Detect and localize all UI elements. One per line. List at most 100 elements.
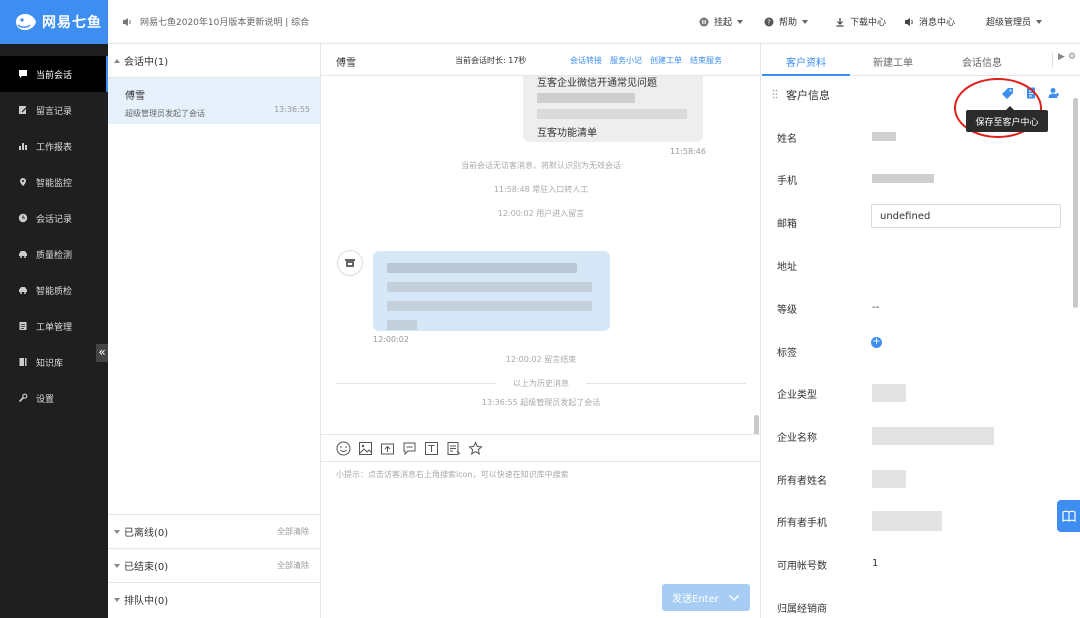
- collapse-sidebar-button[interactable]: «: [96, 344, 108, 362]
- add-tag-icon[interactable]: +: [871, 337, 882, 348]
- level-value: --: [872, 302, 880, 313]
- info-title: 客户信息: [786, 89, 830, 102]
- pause-icon: [699, 17, 709, 26]
- nav-item-knowledge-base[interactable]: 知识库: [0, 344, 108, 380]
- tab-session-info[interactable]: 会话信息: [962, 54, 1002, 69]
- caret-down-icon: [1036, 19, 1043, 24]
- open-book-icon: [1061, 510, 1076, 522]
- chevron-down-icon[interactable]: [728, 594, 740, 602]
- wrench-icon: [18, 393, 28, 403]
- hangup-label: 挂起: [714, 18, 733, 28]
- nav-item-leave-records[interactable]: 留言记录: [0, 92, 108, 128]
- group-offline[interactable]: 已离线(0) 全部清除: [108, 514, 321, 548]
- session-duration: 当前会话时长: 17秒: [455, 56, 527, 65]
- field-label: 标签: [777, 348, 797, 359]
- nav-label: 智能监控: [36, 178, 73, 189]
- image-icon[interactable]: [357, 440, 373, 456]
- service-note-button[interactable]: 服务小记: [610, 55, 642, 66]
- nav-label: 留言记录: [36, 106, 73, 117]
- nav-item-smart-monitor[interactable]: 智能监控: [0, 164, 108, 200]
- note-icon[interactable]: [445, 440, 461, 456]
- field-owner-name: 所有者姓名: [762, 458, 1080, 500]
- update-notice[interactable]: 网易七鱼2020年10月版本更新说明 | 综合: [122, 15, 309, 28]
- hangup-menu[interactable]: 挂起: [699, 15, 744, 28]
- clear-all-button[interactable]: 全部清除: [277, 560, 309, 571]
- help-label: 帮助: [779, 18, 798, 28]
- chat-header: 傅雪 当前会话时长: 17秒 会话转接 服务小记 创建工单 结束服务: [321, 44, 760, 76]
- gear-icon[interactable]: ⚙: [1068, 52, 1076, 62]
- message-center-link[interactable]: 消息中心: [904, 15, 955, 28]
- chat-scrollbar[interactable]: [754, 415, 759, 434]
- tab-customer-info[interactable]: 客户资料: [786, 54, 826, 69]
- input-hint: 小提示：点击访客消息右上角搜索icon，可以快速在知识库中搜索: [336, 470, 569, 479]
- input-toolbar: [321, 434, 761, 462]
- nav-item-session-records[interactable]: 会话记录: [0, 200, 108, 236]
- tab-scroll-right-icon[interactable]: ▶: [1058, 52, 1065, 62]
- nav-label: 知识库: [36, 358, 64, 369]
- customer-panel: 客户资料 新建工单 会话信息 ▶ ⚙ 客户信息 姓名 手机 邮箱 undefin…: [762, 44, 1080, 618]
- blurred-value: [872, 511, 942, 531]
- group-queue[interactable]: 排队中(0): [108, 582, 321, 616]
- top-bar: 网易七鱼 网易七鱼2020年10月版本更新说明 | 综合 挂起 ? 帮助 下载中…: [0, 0, 1080, 44]
- session-time: 13:36:55: [274, 105, 310, 114]
- field-owner-phone: 所有者手机: [762, 500, 1080, 542]
- blurred-value: [872, 174, 934, 183]
- left-navigation: 当前会话 留言记录 工作报表 智能监控 会话记录 质量检测 智能质检 工单管理 …: [0, 44, 108, 618]
- location-icon: [18, 177, 28, 187]
- caret-down-icon: [114, 563, 120, 568]
- blurred-value: [872, 132, 896, 141]
- end-service-button[interactable]: 结束服务: [690, 55, 722, 66]
- nav-item-work-report[interactable]: 工作报表: [0, 128, 108, 164]
- message-time: 12:00:02: [373, 335, 409, 344]
- nav-item-current-session[interactable]: 当前会话: [0, 56, 108, 92]
- field-label: 可用帐号数: [777, 561, 827, 572]
- tab-new-ticket[interactable]: 新建工单: [873, 54, 913, 69]
- send-label: 发送Enter: [672, 594, 719, 605]
- nav-label: 会话记录: [36, 214, 73, 225]
- text-icon[interactable]: [423, 440, 439, 456]
- logo[interactable]: 网易七鱼: [0, 0, 108, 44]
- field-label: 等级: [777, 305, 797, 316]
- upload-file-icon[interactable]: [379, 440, 395, 456]
- drag-handle-icon[interactable]: [772, 89, 778, 99]
- edit-icon: [18, 105, 28, 115]
- emoji-icon[interactable]: [335, 440, 351, 456]
- group-ended[interactable]: 已结束(0) 全部清除: [108, 548, 321, 582]
- collapsed-groups: 已离线(0) 全部清除 已结束(0) 全部清除 排队中(0): [108, 514, 321, 616]
- create-ticket-button[interactable]: 创建工单: [650, 55, 682, 66]
- message-line: 互客企业微信开通常见问题: [537, 78, 657, 89]
- field-phone: 手机: [762, 158, 1080, 200]
- field-label: 地址: [777, 262, 797, 273]
- nav-item-settings[interactable]: 设置: [0, 380, 108, 416]
- caret-down-icon: [737, 19, 744, 24]
- car-icon: [18, 285, 28, 295]
- field-label: 手机: [777, 176, 797, 187]
- message-line: 互客功能清单: [537, 128, 597, 139]
- email-field[interactable]: undefined: [871, 204, 1061, 228]
- send-button[interactable]: 发送Enter: [662, 584, 750, 611]
- caret-down-icon: [802, 19, 809, 24]
- quick-reply-icon[interactable]: [401, 440, 417, 456]
- download-center-link[interactable]: 下载中心: [835, 15, 886, 28]
- field-accounts: 可用帐号数 1: [762, 543, 1080, 585]
- transfer-session-button[interactable]: 会话转接: [570, 55, 602, 66]
- nav-label: 工单管理: [36, 322, 73, 333]
- group-in-session[interactable]: 会话中(1): [108, 44, 320, 78]
- book-icon: [18, 357, 28, 367]
- nav-item-smart-inspection[interactable]: 智能质检: [0, 272, 108, 308]
- clear-all-button[interactable]: 全部清除: [277, 526, 309, 537]
- add-user-icon[interactable]: [1047, 86, 1061, 100]
- group-label: 会话中(1): [124, 57, 169, 68]
- help-menu[interactable]: ? 帮助: [764, 15, 809, 28]
- nav-item-quality-check[interactable]: 质量检测: [0, 236, 108, 272]
- user-menu[interactable]: 超级管理员: [986, 15, 1043, 28]
- nav-label: 质量检测: [36, 250, 73, 261]
- agent-message-bubble: 互客企业微信开通常见问题 互客功能清单: [523, 76, 703, 142]
- star-icon[interactable]: [467, 440, 483, 456]
- panel-scrollbar[interactable]: [1073, 98, 1078, 308]
- session-item[interactable]: 傅雪 超级管理员发起了会话 13:36:55: [108, 78, 320, 124]
- system-message: 12:00:02 留言结束: [505, 355, 577, 364]
- nav-label: 工作报表: [36, 142, 73, 153]
- knowledge-book-button[interactable]: [1057, 500, 1080, 532]
- nav-item-ticket-management[interactable]: 工单管理: [0, 308, 108, 344]
